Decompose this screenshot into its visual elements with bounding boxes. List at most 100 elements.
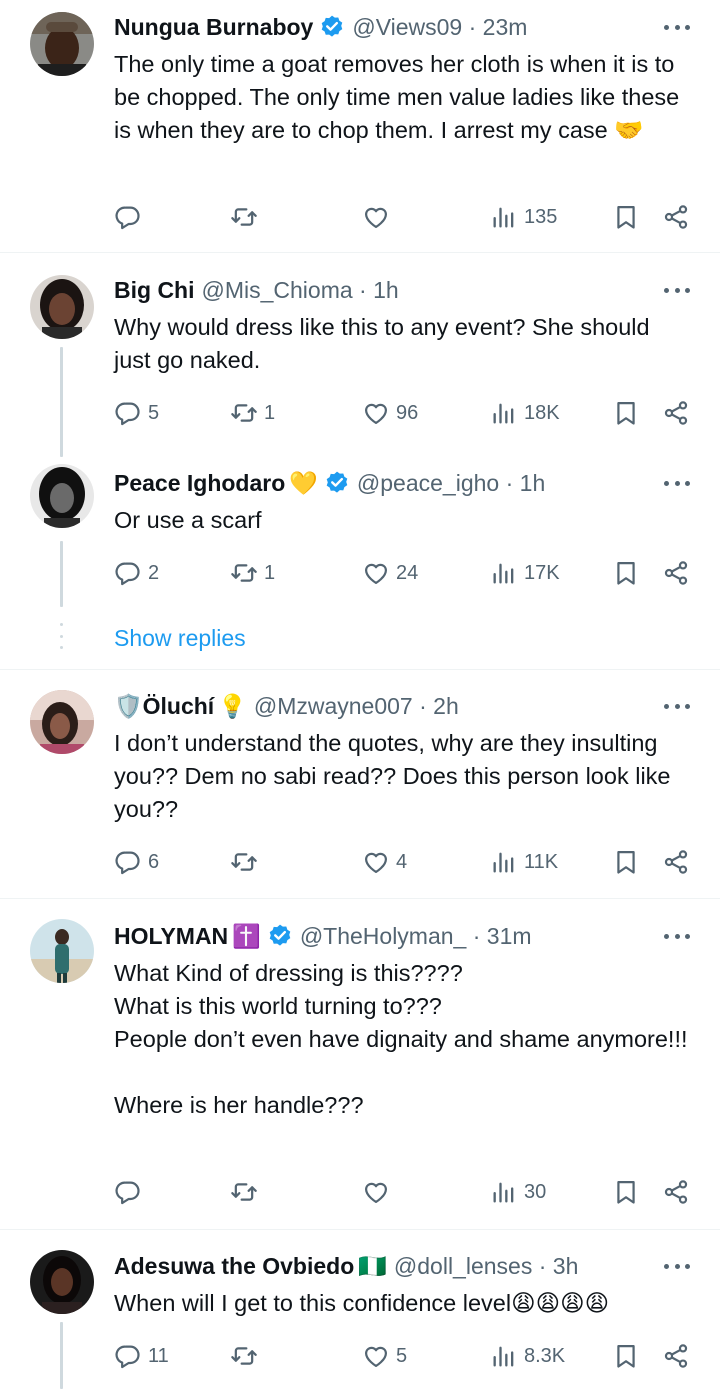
bookmark-icon: [612, 559, 640, 587]
name-emoji: 🇳🇬: [358, 1252, 387, 1279]
reply-button[interactable]: 6: [114, 845, 159, 879]
more-options-icon[interactable]: [664, 470, 690, 496]
reply-count: 6: [148, 850, 160, 873]
bookmark-button[interactable]: [612, 556, 640, 590]
like-button[interactable]: 24: [362, 556, 418, 590]
bookmark-icon: [612, 399, 640, 427]
reply-button[interactable]: [114, 1175, 148, 1209]
like-count: 24: [396, 561, 419, 584]
more-options-icon[interactable]: [664, 14, 690, 40]
bar-chart-icon: [490, 203, 518, 231]
like-button[interactable]: 96: [362, 396, 418, 430]
share-button[interactable]: [662, 200, 690, 234]
handle-time[interactable]: @Mzwayne007 · 2h: [254, 693, 459, 720]
handle-time[interactable]: @peace_igho · 1h: [357, 470, 545, 497]
verified-badge-icon: [319, 14, 345, 40]
bookmark-button[interactable]: [612, 845, 640, 879]
heart-icon: [362, 848, 390, 876]
retweet-button[interactable]: [230, 200, 264, 234]
reply-count: 5: [148, 401, 160, 424]
heart-icon: [362, 1342, 390, 1370]
avatar[interactable]: [30, 275, 94, 339]
share-icon: [662, 559, 690, 587]
tweet[interactable]: HOLYMAN ✝️ @TheHolyman_ · 31m What Kind …: [0, 899, 720, 1229]
tweet[interactable]: Peace Ighodaro 💛 @peace_igho · 1h Or use…: [0, 447, 720, 669]
avatar[interactable]: [30, 464, 94, 528]
like-button[interactable]: [362, 200, 396, 234]
share-button[interactable]: [662, 1339, 690, 1373]
reply-icon: [114, 1342, 142, 1370]
name-emoji: 💛: [289, 469, 318, 496]
tweet-actions: 2 1 24 17K: [114, 556, 694, 590]
retweet-button[interactable]: 1: [230, 556, 275, 590]
author-name[interactable]: Big Chi: [114, 277, 195, 304]
tweet-text: Why would dress like this to any event? …: [114, 314, 657, 373]
bookmark-button[interactable]: [612, 200, 640, 234]
share-button[interactable]: [662, 845, 690, 879]
tweet[interactable]: Adesuwa the Ovbiedo 🇳🇬 @doll_lenses · 3h…: [0, 1230, 720, 1389]
reply-button[interactable]: 2: [114, 556, 159, 590]
author-name[interactable]: Peace Ighodaro: [114, 470, 285, 497]
reply-button[interactable]: 11: [114, 1339, 169, 1373]
more-options-icon[interactable]: [664, 277, 690, 303]
tweet-actions: 5 1 96 18K: [114, 396, 694, 430]
more-options-icon[interactable]: [664, 923, 690, 949]
views-button[interactable]: 17K: [490, 556, 560, 590]
bar-chart-icon: [490, 399, 518, 427]
reply-icon: [114, 1178, 142, 1206]
handle-time[interactable]: @TheHolyman_ · 31m: [300, 923, 532, 950]
bookmark-button[interactable]: [612, 396, 640, 430]
handle-time[interactable]: @doll_lenses · 3h: [394, 1253, 578, 1280]
thread-line: [60, 347, 63, 457]
retweet-button[interactable]: [230, 1175, 264, 1209]
views-button[interactable]: 18K: [490, 396, 560, 430]
views-button[interactable]: 135: [490, 200, 557, 234]
share-icon: [662, 1342, 690, 1370]
like-button[interactable]: 4: [362, 845, 407, 879]
tweet-header: Nungua Burnaboy @Views09 · 23m: [114, 11, 690, 43]
tweet[interactable]: Nungua Burnaboy @Views09 · 23m The only …: [0, 0, 720, 252]
avatar[interactable]: [30, 690, 94, 754]
reply-icon: [114, 399, 142, 427]
retweet-button[interactable]: [230, 1339, 264, 1373]
avatar[interactable]: [30, 919, 94, 983]
author-name[interactable]: 🛡️Öluchí: [114, 693, 214, 720]
avatar[interactable]: [30, 1250, 94, 1314]
tweet-header: HOLYMAN ✝️ @TheHolyman_ · 31m: [114, 920, 690, 952]
reply-icon: [114, 848, 142, 876]
tweet[interactable]: 🛡️Öluchí 💡 @Mzwayne007 · 2h I don’t unde…: [0, 670, 720, 898]
more-options-icon[interactable]: [664, 693, 690, 719]
author-name[interactable]: Adesuwa the Ovbiedo: [114, 1253, 354, 1280]
share-button[interactable]: [662, 1175, 690, 1209]
view-count: 11K: [524, 850, 559, 873]
thread-line: [60, 1322, 63, 1389]
share-button[interactable]: [662, 396, 690, 430]
handle-time[interactable]: @Mis_Chioma · 1h: [202, 277, 399, 304]
reply-count: 11: [148, 1344, 169, 1367]
share-button[interactable]: [662, 556, 690, 590]
reply-button[interactable]: [114, 200, 148, 234]
avatar[interactable]: [30, 12, 94, 76]
more-options-icon[interactable]: [664, 1253, 690, 1279]
retweet-button[interactable]: [230, 845, 264, 879]
show-replies-link[interactable]: Show replies: [114, 625, 246, 652]
handle-time[interactable]: @Views09 · 23m: [352, 14, 527, 41]
retweet-icon: [230, 1342, 258, 1370]
like-button[interactable]: 5: [362, 1339, 407, 1373]
retweet-button[interactable]: 1: [230, 396, 275, 430]
views-button[interactable]: 11K: [490, 845, 558, 879]
like-button[interactable]: [362, 1175, 396, 1209]
views-button[interactable]: 8.3K: [490, 1339, 565, 1373]
author-name[interactable]: Nungua Burnaboy: [114, 14, 313, 41]
bookmark-icon: [612, 848, 640, 876]
views-button[interactable]: 30: [490, 1175, 546, 1209]
like-count: 96: [396, 401, 419, 424]
author-name[interactable]: HOLYMAN: [114, 923, 228, 950]
reply-button[interactable]: 5: [114, 396, 159, 430]
tweet[interactable]: Big Chi @Mis_Chioma · 1h Why would dress…: [0, 253, 720, 457]
share-icon: [662, 1178, 690, 1206]
bookmark-button[interactable]: [612, 1175, 640, 1209]
share-icon: [662, 399, 690, 427]
bookmark-button[interactable]: [612, 1339, 640, 1373]
view-count: 18K: [524, 401, 560, 424]
